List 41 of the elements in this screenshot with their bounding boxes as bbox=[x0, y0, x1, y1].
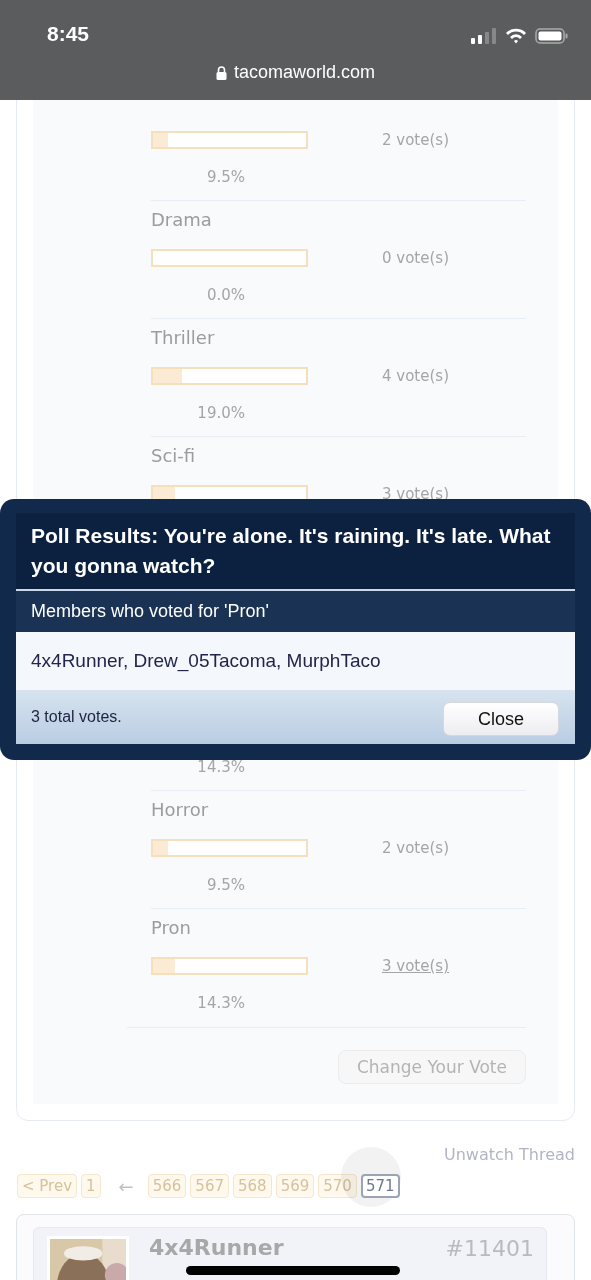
votes-link[interactable]: 3 vote(s) bbox=[382, 957, 449, 975]
page-link[interactable]: 570 bbox=[318, 1174, 357, 1198]
option-label: Thriller bbox=[151, 326, 215, 348]
total-votes: 3 total votes. bbox=[31, 708, 122, 726]
battery-icon bbox=[535, 28, 569, 44]
post-author[interactable]: 4x4Runner bbox=[149, 1236, 284, 1260]
vote-count: 3 vote(s) bbox=[382, 485, 449, 503]
page-link[interactable]: 571 bbox=[360, 1174, 400, 1198]
vote-count: 2 vote(s) bbox=[382, 839, 449, 857]
page-url[interactable]: tacomaworld.com bbox=[233, 62, 375, 83]
vote-percent: 9.5% bbox=[206, 168, 245, 186]
vote-percent: 14.3% bbox=[197, 758, 245, 776]
close-button[interactable]: Close bbox=[443, 702, 559, 736]
voter-list: 4x4Runner, Drew_05Tacoma, MurphTaco bbox=[31, 650, 381, 671]
vote-count: 2 vote(s) bbox=[382, 131, 449, 149]
option-label: Sci-fi bbox=[151, 444, 196, 466]
page-link[interactable]: 1 bbox=[81, 1174, 101, 1198]
clock-time: 8:45 bbox=[47, 22, 90, 46]
lock-icon bbox=[215, 65, 227, 80]
option-label: Pron bbox=[151, 916, 191, 938]
page-link[interactable]: 568 bbox=[233, 1174, 272, 1198]
vote-percent: 9.5% bbox=[206, 876, 245, 894]
option-label: Drama bbox=[151, 208, 212, 230]
signal-icon bbox=[471, 28, 497, 44]
page-link[interactable]: 566 bbox=[147, 1174, 187, 1198]
vote-percent: 0.0% bbox=[206, 286, 245, 304]
page-link[interactable]: 567 bbox=[190, 1174, 229, 1198]
unwatch-thread-link[interactable]: Unwatch Thread bbox=[444, 1145, 575, 1164]
wifi-icon bbox=[505, 28, 527, 44]
page-link[interactable]: < Prev bbox=[17, 1174, 78, 1198]
dialog-title: Poll Results: You're alone. It's raining. It's late. What you gonna watch? bbox=[31, 524, 551, 577]
option-label: Horror bbox=[151, 798, 209, 820]
vote-percent: 14.3% bbox=[197, 994, 245, 1012]
dialog-subtitle: Members who voted for 'Pron' bbox=[31, 601, 269, 621]
post-number[interactable]: #11401 bbox=[445, 1236, 534, 1261]
change-vote-button[interactable]: Change Your Vote bbox=[337, 1050, 526, 1084]
page-link[interactable]: 569 bbox=[275, 1174, 315, 1198]
vote-count: 4 vote(s) bbox=[382, 367, 449, 385]
ellipsis-arrow: ← bbox=[118, 1175, 134, 1197]
vote-count: 0 vote(s) bbox=[382, 249, 449, 267]
vote-percent: 19.0% bbox=[197, 404, 245, 422]
